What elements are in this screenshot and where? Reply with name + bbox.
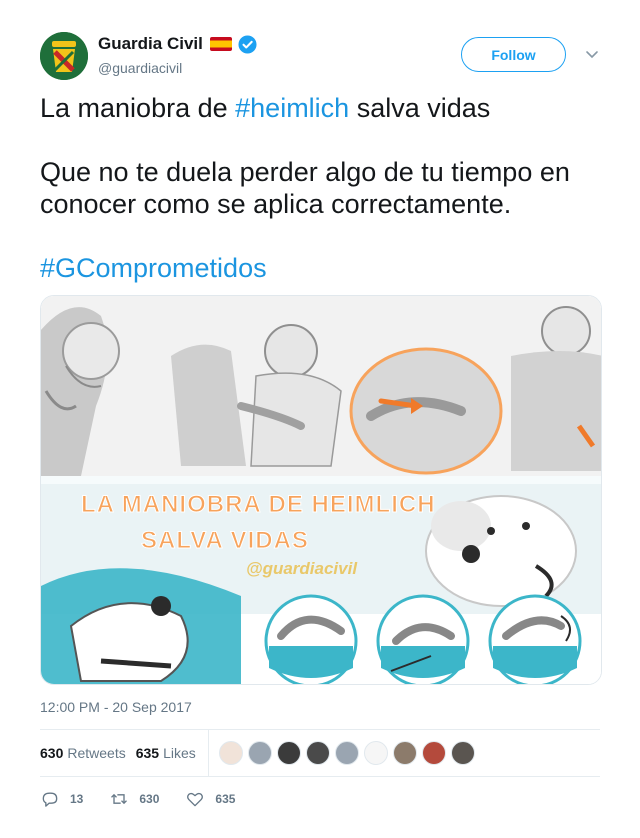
heart-icon — [187, 792, 204, 807]
liker-avatar[interactable] — [450, 741, 475, 765]
heimlich-infographic: LA MANIOBRA DE HEIMLICH SALVA VIDAS @gua… — [41, 296, 601, 684]
chevron-down-icon[interactable] — [584, 46, 600, 62]
liker-avatar[interactable] — [276, 741, 301, 765]
illustration-zoom-circle — [349, 347, 503, 475]
retweet-count: 630 — [139, 792, 160, 806]
liker-avatar[interactable] — [305, 741, 330, 765]
tweet-paragraph-2: Que no te duela perder algo de tu tiempo… — [40, 157, 570, 219]
step-circles — [264, 594, 582, 684]
watermark: @guardiacivil — [246, 559, 358, 578]
liker-avatar[interactable] — [363, 741, 388, 765]
user-handle[interactable]: @guardiacivil — [98, 60, 182, 76]
tweet-header: Guardia Civil @guardiacivil Follow — [40, 32, 600, 82]
reply-icon — [42, 792, 58, 807]
display-name[interactable]: Guardia Civil — [98, 34, 203, 54]
avatar[interactable] — [40, 32, 88, 80]
reply-action[interactable]: 13 — [40, 789, 83, 809]
guardia-civil-emblem-icon — [40, 32, 88, 80]
like-action[interactable]: 635 — [185, 789, 235, 809]
tweet-actions: 13 630 635 — [40, 788, 261, 810]
banner-title-line-2: SALVA VIDAS — [141, 527, 309, 554]
liker-avatar[interactable] — [392, 741, 417, 765]
tweet-stats: 630 Retweets 635 Likes — [40, 730, 600, 776]
hashtag-link[interactable]: #GComprometidos — [40, 253, 267, 283]
tweet-media-image[interactable]: LA MANIOBRA DE HEIMLICH SALVA VIDAS @gua… — [40, 295, 602, 685]
spain-flag-icon — [209, 37, 232, 51]
illustration-dog — [425, 495, 577, 607]
verified-badge-icon — [238, 34, 257, 54]
likes-stat[interactable]: 635 Likes — [136, 745, 196, 761]
liker-avatar[interactable] — [334, 741, 359, 765]
liker-avatar[interactable] — [421, 741, 446, 765]
liker-avatar[interactable] — [218, 741, 243, 765]
banner-title-line-1: LA MANIOBRA DE HEIMLICH — [81, 491, 436, 518]
retweet-action[interactable]: 630 — [109, 789, 159, 809]
like-count: 635 — [215, 792, 236, 806]
hashtag-link[interactable]: #heimlich — [235, 93, 349, 123]
follow-button[interactable]: Follow — [461, 37, 566, 72]
retweet-icon — [111, 793, 128, 805]
tweet-text: La maniobra de #heimlich salva vidas Que… — [40, 92, 600, 284]
tweet-timestamp[interactable]: 12:00 PM - 20 Sep 2017 — [40, 699, 192, 715]
reply-count: 13 — [70, 792, 84, 806]
divider — [40, 776, 600, 777]
divider — [207, 730, 209, 776]
tweet-line-1: La maniobra de #heimlich salva vidas — [40, 93, 491, 123]
retweets-stat[interactable]: 630 Retweets — [40, 745, 126, 761]
liker-avatar[interactable] — [247, 741, 272, 765]
likers-avatars — [218, 741, 480, 765]
